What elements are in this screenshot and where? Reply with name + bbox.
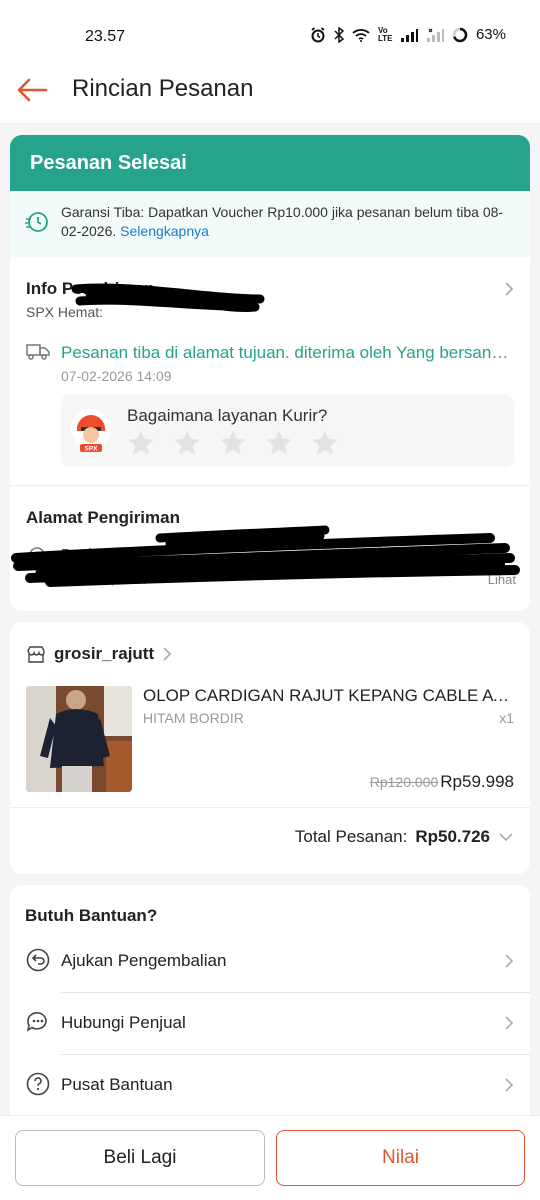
signal-weak-icon xyxy=(426,28,444,42)
battery-ring-icon xyxy=(452,27,468,42)
order-total-label: Total Pesanan: xyxy=(294,827,408,846)
shipping-info-section[interactable]: Info Pengiriman SPX Hemat: Pesanan tiba … xyxy=(10,257,530,486)
order-total-value: Rp50.726 xyxy=(415,827,490,846)
sale-price: Rp59.998 xyxy=(440,772,514,791)
product-card: grosir_rajutt OLOP CARDIGAN RAJUT KEPANG… xyxy=(10,622,530,874)
buy-again-button[interactable]: Beli Lagi xyxy=(15,1130,265,1186)
status-time: 23.57 xyxy=(85,28,126,45)
divider xyxy=(61,992,530,993)
bluetooth-icon xyxy=(334,26,344,43)
product-price-row: Rp120.000 Rp59.998 xyxy=(370,772,514,792)
page-title: Rincian Pesanan xyxy=(72,75,254,102)
chevron-right-icon[interactable] xyxy=(504,1077,514,1093)
help-item-label: Ajukan Pengembalian xyxy=(61,951,227,970)
redaction-scribble xyxy=(71,283,265,312)
product-quantity: x1 xyxy=(499,710,514,726)
alarm-icon xyxy=(311,26,325,42)
bottom-action-bar: Beli Lagi Nilai xyxy=(0,1115,540,1200)
status-banner: Pesanan Selesai xyxy=(10,135,530,191)
help-item-help-center[interactable]: Pusat Bantuan xyxy=(10,1054,530,1116)
chat-icon xyxy=(26,1012,47,1032)
redaction-scribble xyxy=(11,525,520,587)
divider xyxy=(61,1054,530,1055)
divider xyxy=(10,807,530,808)
shipping-address-section[interactable]: Alamat Pengiriman Putri Dwi ...Bekasi, G… xyxy=(10,486,530,611)
help-card: Butuh Bantuan? Ajukan Pengembalian Hubun… xyxy=(10,885,530,1121)
original-price: Rp120.000 xyxy=(369,774,439,790)
wifi-icon xyxy=(352,28,370,42)
help-item-label: Pusat Bantuan xyxy=(61,1075,173,1094)
app-bar: Rincian Pesanan xyxy=(0,56,540,124)
rate-button[interactable]: Nilai xyxy=(276,1130,525,1186)
product-name[interactable]: OLOP CARDIGAN RAJUT KEPANG CABLE ATASAN … xyxy=(143,686,513,706)
chevron-down-icon[interactable] xyxy=(498,832,514,842)
help-item-return[interactable]: Ajukan Pengembalian xyxy=(10,930,530,992)
order-status-card: Pesanan Selesai Garansi Tiba: Dapatkan V… xyxy=(10,135,530,611)
guarantee-notice: Garansi Tiba: Dapatkan Voucher Rp10.000 … xyxy=(10,191,530,257)
store-icon xyxy=(27,646,45,663)
volte-label: Vo LTE xyxy=(377,25,393,43)
battery-percent: 63% xyxy=(475,26,506,43)
back-arrow-icon[interactable] xyxy=(14,72,50,108)
signal-icon xyxy=(400,28,418,42)
help-item-contact-seller[interactable]: Hubungi Penjual xyxy=(10,992,530,1054)
product-image[interactable] xyxy=(26,686,132,792)
product-variant: HITAM BORDIR xyxy=(143,710,244,726)
status-icons: Vo LTE 63% xyxy=(310,26,506,43)
help-item-label: Hubungi Penjual xyxy=(61,1013,186,1032)
shop-row[interactable]: grosir_rajutt xyxy=(26,644,172,664)
chevron-right-icon[interactable] xyxy=(504,1015,514,1031)
chevron-right-icon[interactable] xyxy=(162,646,172,662)
guarantee-link[interactable]: Selengkapnya xyxy=(120,223,209,239)
order-total-row[interactable]: Total Pesanan: Rp50.726 xyxy=(295,827,514,847)
help-title: Butuh Bantuan? xyxy=(25,906,158,925)
question-icon xyxy=(26,1072,50,1096)
clock-guarantee-icon xyxy=(25,212,48,232)
chevron-right-icon[interactable] xyxy=(504,953,514,969)
return-icon xyxy=(26,948,50,972)
shop-name[interactable]: grosir_rajutt xyxy=(54,644,154,664)
guarantee-text-block: Garansi Tiba: Dapatkan Voucher Rp10.000 … xyxy=(61,203,511,241)
